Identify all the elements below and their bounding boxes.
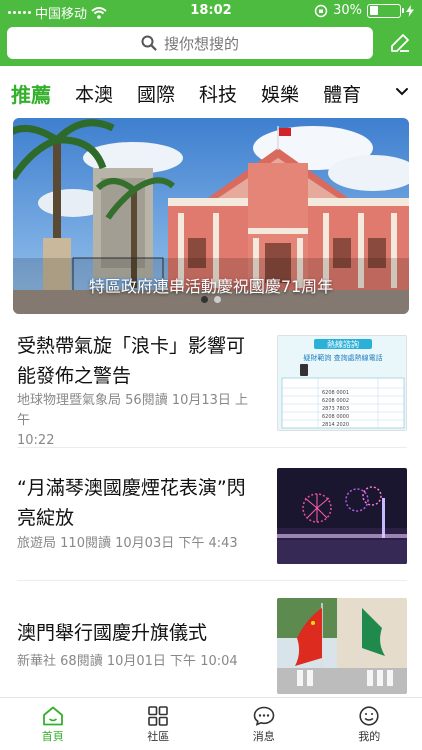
news-thumbnail (277, 468, 407, 564)
thumb-heading: 熱線諮詢 (327, 339, 359, 349)
thumb-row: 2814 2020 (322, 422, 349, 428)
news-item[interactable]: 受熱帶氣旋「浪卡」影響可能發佈之警告 地球物理暨氣象局 56閱讀 10月13日 … (17, 331, 407, 448)
flag-raising-image (277, 598, 407, 694)
news-item[interactable]: 澳門舉行國慶升旗儀式 新華社 68閱讀 10月01日 下午 10:04 (17, 598, 407, 694)
news-title: “月滿琴澳國慶煙花表演”閃亮綻放 (17, 477, 246, 529)
smile-icon (359, 706, 379, 726)
news-time: 10:22 (17, 433, 55, 448)
news-thumbnail (277, 598, 407, 694)
nav-label: 首頁 (41, 730, 64, 743)
grid-icon (148, 706, 169, 726)
status-bar: 中国移动 18:02 30% (0, 0, 422, 22)
tab-sports[interactable]: 體育 (323, 80, 361, 107)
nav-label: 消息 (252, 730, 275, 743)
tab-entertainment[interactable]: 娛樂 (261, 80, 299, 107)
status-right: 30% (314, 3, 414, 18)
tab-recommended[interactable]: 推薦 (11, 79, 51, 108)
news-reads: 110閱讀 (60, 536, 111, 551)
news-source: 新華社 (17, 654, 57, 669)
tab-local[interactable]: 本澳 (75, 80, 113, 107)
news-source: 地球物理暨氣象局 (17, 393, 122, 408)
carousel-dot-2 (214, 296, 221, 303)
thumb-row: 6208 0002 (322, 398, 349, 404)
thumb-row: 2873 7803 (322, 406, 349, 412)
news-title: 受熱帶氣旋「浪卡」影響可能發佈之警告 (17, 335, 246, 387)
divider (17, 447, 407, 448)
charging-icon (406, 4, 414, 17)
nav-profile[interactable]: 我的 (317, 698, 422, 750)
bottom-nav: 首頁 社區 消息 我的 (0, 697, 422, 750)
news-date: 10月01日 下午 10:04 (106, 654, 238, 669)
news-meta: 新華社 68閱讀 10月01日 下午 10:04 (17, 652, 257, 672)
battery-fill (369, 6, 379, 15)
news-reads: 68閱讀 (60, 654, 103, 669)
hotline-table-image: 熱線諮詢 疑財範詢 查詢處熱線電話 6208 0001 6208 0002 28… (278, 336, 406, 430)
search-input[interactable]: 搜你想搜的 (7, 27, 373, 59)
news-reads: 56閱讀 (125, 393, 168, 408)
search-placeholder: 搜你想搜的 (163, 34, 239, 53)
battery-percent: 30% (333, 3, 362, 18)
battery-icon (367, 3, 404, 18)
nav-community[interactable]: 社區 (106, 698, 212, 750)
orientation-lock-icon (314, 4, 328, 17)
carousel-indicator (13, 296, 409, 303)
tab-technology[interactable]: 科技 (199, 80, 237, 107)
news-item[interactable]: “月滿琴澳國慶煙花表演”閃亮綻放 旅遊局 110閱讀 10月03日 下午 4:4… (17, 468, 407, 566)
carousel-dot-1 (201, 296, 208, 303)
home-icon (42, 706, 63, 726)
banner-caption: 特區政府連串活動慶祝國慶71周年 (88, 277, 334, 296)
thumb-subheading: 疑財範詢 查詢處熱線電話 (303, 353, 382, 362)
category-tabs: 推薦 本澳 國際 科技 娛樂 體育 (0, 72, 422, 114)
fireworks-image (277, 468, 407, 564)
news-meta: 地球物理暨氣象局 56閱讀 10月13日 上午 10:22 (17, 391, 257, 451)
edit-icon[interactable] (388, 31, 412, 55)
banner-carousel[interactable]: 特區政府連串活動慶祝國慶71周年 (13, 118, 409, 314)
news-thumbnail: 熱線諮詢 疑財範詢 查詢處熱線電話 6208 0001 6208 0002 28… (277, 335, 407, 431)
nav-messages[interactable]: 消息 (211, 698, 317, 750)
search-icon (141, 35, 157, 51)
chevron-down-icon[interactable] (394, 84, 410, 100)
chat-icon (253, 706, 275, 726)
thumb-row: 6208 0000 (322, 414, 349, 420)
news-date: 10月03日 下午 4:43 (115, 536, 238, 551)
thumb-row: 6208 0001 (322, 390, 349, 396)
nav-label: 我的 (358, 730, 381, 743)
nav-label: 社區 (147, 730, 170, 743)
news-meta: 旅遊局 110閱讀 10月03日 下午 4:43 (17, 534, 257, 554)
tab-international[interactable]: 國際 (137, 80, 175, 107)
divider (17, 580, 407, 581)
news-source: 旅遊局 (17, 536, 57, 551)
news-title: 澳門舉行國慶升旗儀式 (17, 622, 208, 644)
nav-home[interactable]: 首頁 (0, 698, 106, 750)
header-bar: 中国移动 18:02 30% 搜你想搜的 (0, 0, 422, 66)
